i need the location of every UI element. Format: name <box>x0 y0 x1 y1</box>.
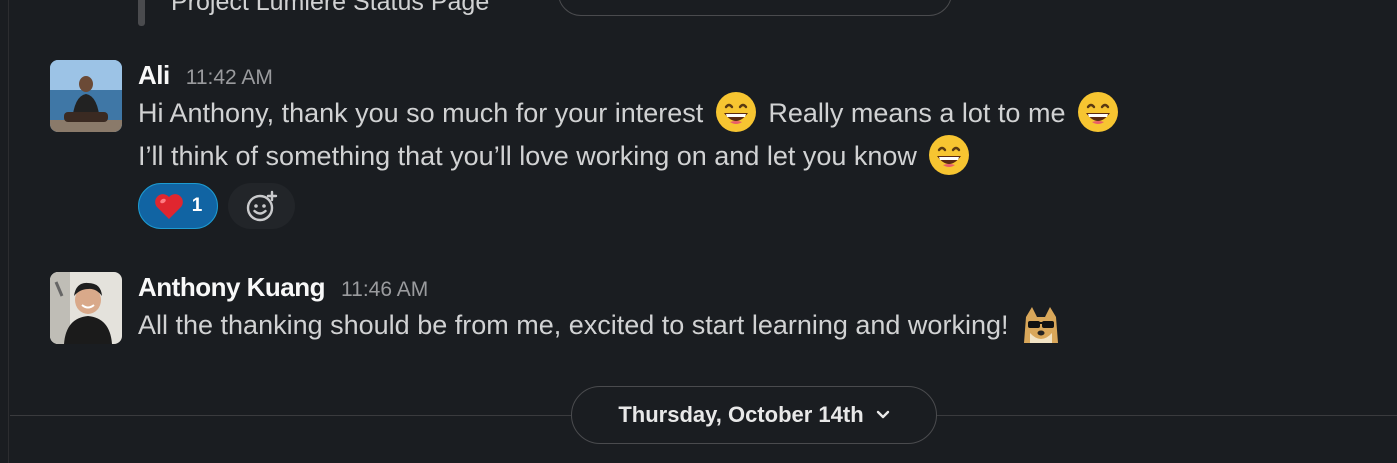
message-pane: Project Lumiere Status Page Ali 11:42 AM… <box>0 0 1397 463</box>
message-body: Ali 11:42 AM Hi Anthony, thank you so mu… <box>138 60 1123 229</box>
message-body: Anthony Kuang 11:46 AM All the thanking … <box>138 272 1066 347</box>
attachment-button[interactable] <box>558 0 952 16</box>
attachment-title[interactable]: Project Lumiere Status Page <box>171 0 489 17</box>
timestamp[interactable]: 11:46 AM <box>341 278 428 302</box>
message-header: Ali 11:42 AM <box>138 60 1123 92</box>
sender-name[interactable]: Anthony Kuang <box>138 272 326 303</box>
chevron-down-icon <box>876 410 889 419</box>
message-text: All the thanking should be from me, exci… <box>138 310 1009 340</box>
message-text: Really means a lot to me <box>768 98 1066 128</box>
doge-sunglasses-icon <box>1024 306 1058 343</box>
message-line: I’ll think of something that you’ll love… <box>138 134 1123 178</box>
message-header: Anthony Kuang 11:46 AM <box>138 272 1066 304</box>
add-emoji-icon <box>246 190 277 222</box>
avatar[interactable] <box>50 60 122 132</box>
grinning-face-icon <box>929 134 970 175</box>
timestamp[interactable]: 11:42 AM <box>186 66 273 90</box>
pane-left-border <box>0 0 9 463</box>
message-text: I’ll think of something that you’ll love… <box>138 141 917 171</box>
avatar[interactable] <box>50 272 122 344</box>
reaction-count: 1 <box>191 195 203 216</box>
add-reaction-button[interactable] <box>228 183 295 229</box>
attachment-quote-bar <box>138 0 145 26</box>
message-text: Hi Anthony, thank you so much for your i… <box>138 98 704 128</box>
grinning-face-icon <box>715 91 756 132</box>
message-line: Hi Anthony, thank you so much for your i… <box>138 91 1123 135</box>
message-line: All the thanking should be from me, exci… <box>138 304 1066 347</box>
grinning-face-icon <box>1077 91 1118 132</box>
sender-name[interactable]: Ali <box>138 60 170 91</box>
red-heart-icon <box>154 194 183 219</box>
reactions-bar: 1 <box>138 183 1123 229</box>
date-label: Thursday, October 14th <box>618 402 864 427</box>
reaction-heart-button[interactable]: 1 <box>138 183 218 229</box>
date-divider-button[interactable]: Thursday, October 14th <box>571 386 937 444</box>
